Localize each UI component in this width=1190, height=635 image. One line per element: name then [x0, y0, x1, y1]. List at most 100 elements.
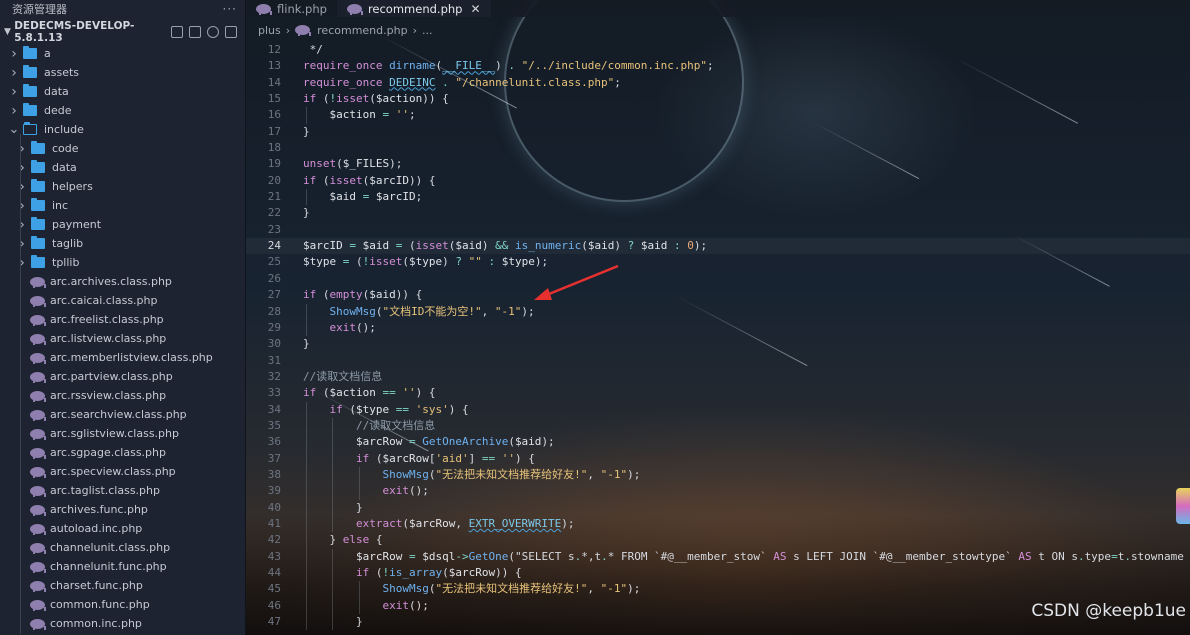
close-icon[interactable]: ✕ — [470, 2, 480, 16]
code-line[interactable]: 24 $arcID = $aid = (isset($aid) && is_num… — [246, 238, 1190, 255]
breadcrumb-folder[interactable]: plus — [258, 24, 281, 37]
new-folder-icon[interactable] — [189, 26, 201, 38]
code-view[interactable]: 12 */13 require_once dirname(__FILE__) . … — [246, 42, 1190, 631]
code-line[interactable]: 17} — [246, 124, 1190, 140]
code-line[interactable]: 15 if (!isset($action)) { — [246, 91, 1190, 107]
workspace-root-folder[interactable]: ▼ DEDECMS-DEVELOP-5.8.1.13 — [0, 20, 245, 44]
code-text: exit(); — [382, 598, 429, 612]
refresh-icon[interactable] — [207, 26, 219, 38]
folder-a[interactable]: › a — [0, 44, 245, 63]
code-line[interactable]: 25 $type = (!isset($type) ? "" : $type); — [246, 254, 1190, 270]
breadcrumb-symbols[interactable]: ... — [422, 24, 433, 37]
folder-tpllib[interactable]: › tpllib — [0, 253, 245, 272]
folder-include[interactable]: ⌄ include — [0, 120, 245, 139]
file-item[interactable]: arc.caicai.class.php — [0, 291, 245, 310]
code-line[interactable]: 26 — [246, 271, 1190, 287]
tree-item-label: channelunit.func.php — [50, 560, 167, 573]
code-text: if ($arcRow['aid'] == '') { — [355, 451, 535, 465]
file-item[interactable]: arc.sglistview.class.php — [0, 424, 245, 443]
side-extension-tab[interactable] — [1176, 488, 1190, 524]
file-item[interactable]: arc.taglist.class.php — [0, 481, 245, 500]
php-file-icon — [30, 409, 46, 421]
folder-helpers[interactable]: › helpers — [0, 177, 245, 196]
code-line[interactable]: 23 — [246, 222, 1190, 238]
file-item[interactable]: arc.partview.class.php — [0, 367, 245, 386]
tree-item-label: arc.caicai.class.php — [50, 294, 158, 307]
folder-dede[interactable]: › dede — [0, 101, 245, 120]
code-line[interactable]: 44 if (!is_array($arcRow)) { — [246, 565, 1190, 582]
file-item[interactable]: arc.rssview.class.php — [0, 386, 245, 405]
code-line[interactable]: 36 $arcRow = GetOneArchive($aid); — [246, 434, 1190, 451]
tab-recommend-php[interactable]: recommend.php ✕ — [336, 0, 491, 17]
file-item[interactable]: arc.listview.class.php — [0, 329, 245, 348]
code-text: */ — [303, 43, 323, 56]
line-number: 39 — [267, 484, 281, 498]
code-line[interactable]: 39 exit(); — [246, 483, 1190, 500]
code-line[interactable]: 41 extract($arcRow, EXTR_OVERWRITE); — [246, 515, 1190, 533]
folder-data[interactable]: › data — [0, 158, 245, 177]
collapse-all-icon[interactable] — [225, 26, 237, 38]
code-line[interactable]: 38 ShowMsg("无法把未知文档推荐给好友!", "-1"); — [246, 466, 1190, 484]
chevron-right-icon: › — [19, 216, 25, 233]
new-file-icon[interactable] — [171, 26, 183, 38]
code-line[interactable]: 31 — [246, 353, 1190, 369]
code-text: ShowMsg("无法把未知文档推荐给好友!", "-1"); — [382, 582, 641, 596]
code-line[interactable]: 20 if (isset($arcID)) { — [246, 173, 1190, 189]
file-item[interactable]: common.func.php — [0, 595, 245, 614]
folder-inc[interactable]: › inc — [0, 196, 245, 215]
code-line[interactable]: 14 require_once DEDEINC . "/channelunit.c… — [246, 75, 1190, 91]
php-file-icon — [30, 466, 46, 478]
code-line[interactable]: 29 exit(); — [246, 319, 1190, 337]
file-item[interactable]: arc.specview.class.php — [0, 462, 245, 481]
folder-assets[interactable]: › assets — [0, 63, 245, 82]
code-line[interactable]: 40 } — [246, 499, 1190, 516]
folder-icon — [31, 198, 45, 211]
file-item[interactable]: channelunit.func.php — [0, 557, 245, 576]
folder-icon — [31, 179, 45, 192]
file-item[interactable]: archives.func.php — [0, 500, 245, 519]
code-line[interactable]: 27 if (empty($aid)) { — [246, 287, 1190, 303]
folder-payment[interactable]: › payment — [0, 215, 245, 234]
code-line[interactable]: 45 ShowMsg("无法把未知文档推荐给好友!", "-1"); — [246, 581, 1190, 598]
code-line[interactable]: 12 */ — [246, 42, 1190, 58]
code-line[interactable]: 42 } else { — [246, 532, 1190, 549]
code-line[interactable]: 18 — [246, 140, 1190, 156]
file-item[interactable]: arc.sgpage.class.php — [0, 443, 245, 462]
file-item[interactable]: arc.archives.class.php — [0, 272, 245, 291]
php-file-icon — [30, 371, 46, 383]
file-item[interactable]: arc.searchview.class.php — [0, 405, 245, 424]
workspace-root-label: DEDECMS-DEVELOP-5.8.1.13 — [14, 20, 135, 44]
code-line[interactable]: 35 //读取文档信息 — [246, 417, 1190, 435]
tree-item-label: tpllib — [52, 256, 80, 269]
code-line[interactable]: 21 $aid = $arcID; — [246, 189, 1190, 206]
chevron-right-icon: › — [19, 254, 25, 271]
folder-data[interactable]: › data — [0, 82, 245, 101]
file-item[interactable]: arc.memberlistview.class.php — [0, 348, 245, 367]
code-line[interactable]: 13 require_once dirname(__FILE__) . "/../… — [246, 58, 1190, 74]
code-line[interactable]: 43 $arcRow = $dsql->GetOne("SELECT s.*,t… — [246, 548, 1190, 565]
more-actions-icon[interactable]: ··· — [223, 2, 237, 16]
tab-flink-php[interactable]: flink.php — [246, 0, 337, 17]
file-item[interactable]: charset.func.php — [0, 576, 245, 595]
code-line[interactable]: 32 //读取文档信息 — [246, 369, 1190, 385]
file-item[interactable]: common.inc.php — [0, 614, 245, 633]
code-line[interactable]: 33 if ($action == '') { — [246, 385, 1190, 401]
breadcrumb-file[interactable]: recommend.php — [317, 24, 407, 37]
code-line[interactable]: 28 ShowMsg("文档ID不能为空!", "-1"); — [246, 303, 1190, 320]
file-item[interactable]: arc.freelist.class.php — [0, 310, 245, 329]
folder-taglib[interactable]: › taglib — [0, 234, 245, 253]
code-line[interactable]: 22} — [246, 205, 1190, 221]
tab-label: flink.php — [277, 1, 327, 16]
code-line[interactable]: 37 if ($arcRow['aid'] == '') { — [246, 450, 1190, 467]
folder-icon — [31, 141, 45, 154]
code-line[interactable]: 34 if ($type == 'sys') { — [246, 401, 1190, 418]
code-line[interactable]: 30} — [246, 336, 1190, 352]
code-line[interactable]: 19 unset($_FILES); — [246, 156, 1190, 172]
file-item[interactable]: channelunit.class.php — [0, 538, 245, 557]
tree-item-label: arc.sglistview.class.php — [50, 427, 179, 440]
php-file-icon — [30, 428, 46, 440]
code-line[interactable]: 16 $action = ''; — [246, 107, 1190, 124]
folder-code[interactable]: › code — [0, 139, 245, 158]
file-item[interactable]: autoload.inc.php — [0, 519, 245, 538]
code-text: $arcRow = $dsql->GetOne("SELECT s.*,t.* … — [355, 549, 1184, 563]
